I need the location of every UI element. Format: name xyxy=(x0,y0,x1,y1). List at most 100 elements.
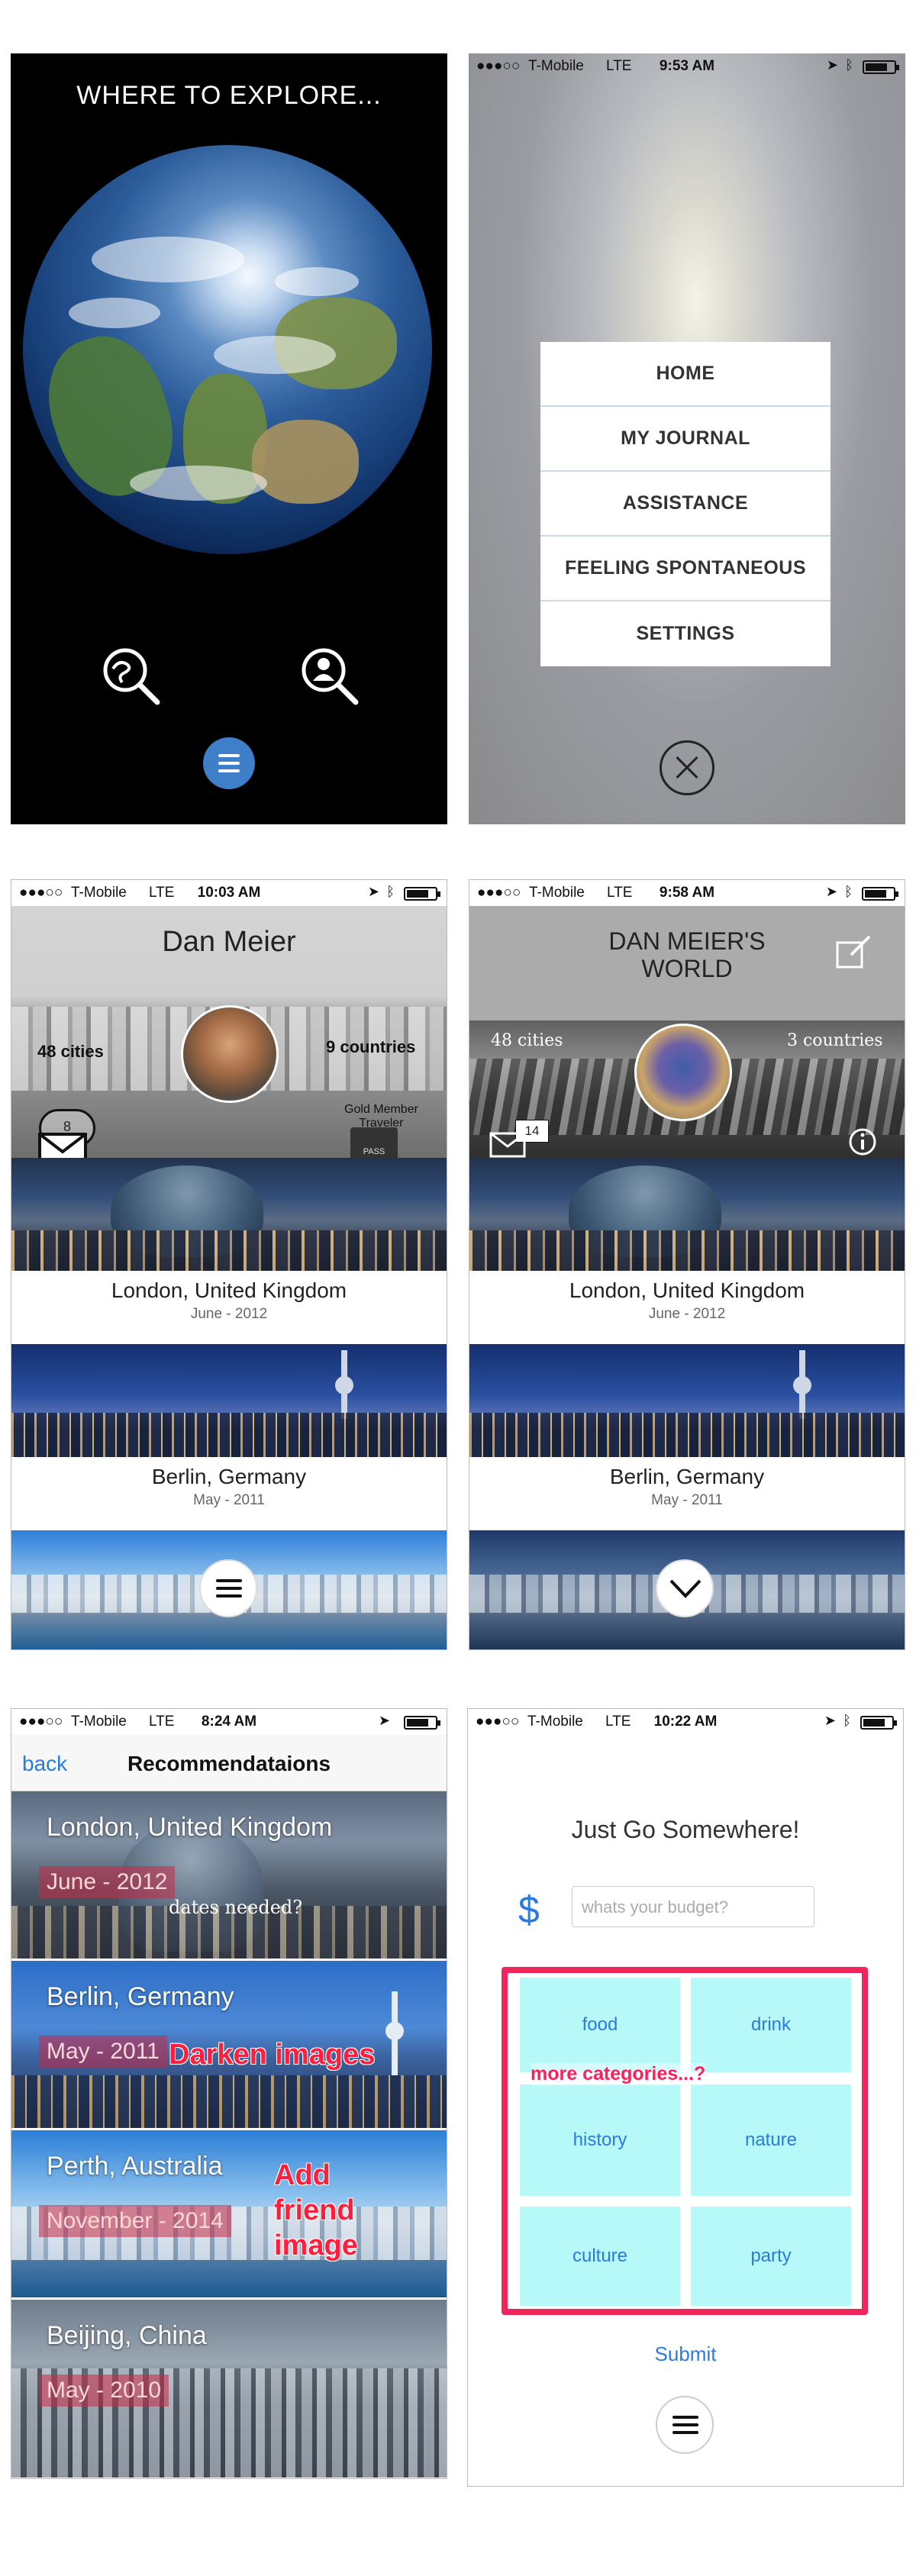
menu-screen: ●●●○○ T-Mobile LTE 9:53 AM ➤ ᛒ HOME MY J… xyxy=(469,53,905,824)
trip-card[interactable]: London, United Kingdom June - 2012 xyxy=(469,1158,905,1344)
recommendation-date: May - 2011 xyxy=(39,2036,167,2068)
person-search-icon[interactable] xyxy=(295,641,363,710)
menu-icon xyxy=(218,754,240,757)
status-bar: ●●●○○ T-Mobile LTE 10:03 AM ➤ ᛒ xyxy=(11,880,447,906)
globe-image[interactable] xyxy=(23,145,432,554)
status-bar: ●●●○○ T-Mobile LTE 8:24 AM ➤ xyxy=(11,1709,447,1735)
annotation-friend-image: Add friend image xyxy=(274,2159,358,2262)
annotation-dates: dates needed? xyxy=(169,1897,303,1918)
bluetooth-icon: ᛒ xyxy=(386,884,395,899)
recommendation-date: June - 2012 xyxy=(39,1866,176,1898)
trip-card[interactable]: London, United Kingdom June - 2012 xyxy=(11,1158,447,1344)
recommendation-date: May - 2010 xyxy=(39,2374,169,2407)
status-time: 9:53 AM xyxy=(659,58,715,74)
avatar[interactable] xyxy=(181,1005,279,1103)
avatar[interactable] xyxy=(634,1024,732,1121)
menu-button[interactable] xyxy=(203,737,255,789)
bluetooth-icon: ᛒ xyxy=(844,884,853,899)
category-drink[interactable]: drink xyxy=(691,1978,851,2072)
profile-screen-b: ●●●○○ T-Mobile LTE 9:58 AM ➤ ᛒ DAN MEIER… xyxy=(469,879,905,1650)
recommendation-row[interactable]: Perth, Australia November - 2014 Add fri… xyxy=(11,2130,447,2300)
profile-screen-a: ●●●○○ T-Mobile LTE 10:03 AM ➤ ᛒ Dan Meie… xyxy=(11,879,447,1650)
recommendation-date: November - 2014 xyxy=(39,2205,231,2237)
status-time: 10:03 AM xyxy=(197,885,261,901)
location-icon: ➤ xyxy=(826,57,838,73)
battery-icon xyxy=(863,60,899,74)
recommendation-city: Perth, Australia xyxy=(47,2152,223,2181)
main-menu: HOME MY JOURNAL ASSISTANCE FEELING SPONT… xyxy=(540,342,831,666)
nav-bar: back Recommendataions xyxy=(11,1735,447,1791)
menu-icon xyxy=(216,1587,242,1590)
category-culture[interactable]: culture xyxy=(520,2207,680,2306)
submit-button[interactable]: Submit xyxy=(468,2342,903,2366)
passport-icon[interactable]: PASS xyxy=(350,1127,398,1161)
battery-icon xyxy=(404,887,440,901)
status-bar: ●●●○○ T-Mobile LTE 10:22 AM ➤ ᛒ xyxy=(468,1709,903,1735)
location-icon: ➤ xyxy=(824,1713,836,1728)
status-bar: ●●●○○ T-Mobile LTE 9:53 AM ➤ ᛒ xyxy=(469,53,905,79)
trip-date: June - 2012 xyxy=(190,1306,268,1322)
countries-count: 9 countries xyxy=(326,1037,416,1056)
budget-input[interactable]: whats your budget? xyxy=(572,1886,814,1927)
menu-icon xyxy=(672,2423,698,2426)
dollar-icon: $ xyxy=(518,1888,540,1931)
trip-city: Berlin, Germany xyxy=(609,1465,765,1488)
menu-item-my-journal[interactable]: MY JOURNAL xyxy=(540,407,831,472)
battery-icon xyxy=(404,1716,440,1730)
trip-date: May - 2011 xyxy=(193,1492,265,1508)
countries-count: 3 countries xyxy=(787,1031,883,1050)
cities-count: 48 cities xyxy=(37,1042,104,1061)
status-time: 9:58 AM xyxy=(659,885,715,901)
recommendation-row[interactable]: Beijing, China May - 2010 xyxy=(11,2300,447,2478)
annotation-more-categories: more categories...? xyxy=(531,2063,706,2085)
recommendation-row[interactable]: Berlin, Germany May - 2011 Darken images xyxy=(11,1961,447,2130)
cities-count: 48 cities xyxy=(491,1031,563,1050)
status-time: 10:22 AM xyxy=(653,1714,718,1730)
menu-button[interactable] xyxy=(199,1559,257,1617)
trip-date: May - 2011 xyxy=(651,1492,723,1508)
spontaneous-screen: ●●●○○ T-Mobile LTE 10:22 AM ➤ ᛒ Just Go … xyxy=(467,1708,904,2487)
menu-item-settings[interactable]: SETTINGS xyxy=(540,601,831,666)
trip-city: London, United Kingdom xyxy=(569,1278,805,1302)
explore-title: WHERE TO EXPLORE... xyxy=(76,81,382,110)
menu-item-feeling-spontaneous[interactable]: FEELING SPONTANEOUS xyxy=(540,537,831,601)
category-food[interactable]: food xyxy=(520,1978,680,2072)
chevron-down-icon xyxy=(669,1579,702,1598)
trip-city: Berlin, Germany xyxy=(151,1465,307,1488)
category-party[interactable]: party xyxy=(691,2207,851,2306)
menu-item-assistance[interactable]: ASSISTANCE xyxy=(540,472,831,537)
status-bar: ●●●○○ T-Mobile LTE 9:58 AM ➤ ᛒ xyxy=(469,880,905,906)
page-title: Just Go Somewhere! xyxy=(571,1816,800,1843)
menu-item-home[interactable]: HOME xyxy=(540,342,831,407)
category-history[interactable]: history xyxy=(520,2084,680,2196)
mail-icon[interactable] xyxy=(489,1132,526,1158)
recommendation-city: Berlin, Germany xyxy=(47,1982,234,2011)
recommendation-city: London, United Kingdom xyxy=(47,1813,333,1842)
close-icon[interactable] xyxy=(660,740,714,795)
bluetooth-icon: ᛒ xyxy=(845,57,853,73)
location-icon: ➤ xyxy=(825,884,837,899)
battery-icon xyxy=(862,887,898,901)
category-grid: food drink history nature culture party … xyxy=(502,1967,868,2315)
trip-card[interactable]: Berlin, Germany May - 2011 xyxy=(11,1344,447,1530)
profile-header: Dan Meier 48 cities 9 countries Gold Mem… xyxy=(11,906,447,1166)
trip-card[interactable]: Berlin, Germany May - 2011 xyxy=(469,1344,905,1530)
page-title: Recommendataions xyxy=(127,1752,331,1775)
annotation-darken: Darken images xyxy=(169,2039,376,2071)
trip-city: London, United Kingdom xyxy=(111,1278,347,1302)
battery-icon xyxy=(860,1716,897,1730)
edit-icon[interactable] xyxy=(834,933,872,972)
location-icon: ➤ xyxy=(378,1713,390,1728)
member-badge: Gold Member Traveler xyxy=(344,1103,418,1130)
recommendations-screen: ●●●○○ T-Mobile LTE 8:24 AM ➤ back Recomm… xyxy=(11,1708,447,2479)
recommendation-city: Beijing, China xyxy=(47,2321,207,2350)
info-icon[interactable] xyxy=(848,1127,877,1156)
recommendation-row[interactable]: London, United Kingdom June - 2012 dates… xyxy=(11,1791,447,1961)
collapse-button[interactable] xyxy=(656,1559,714,1617)
category-nature[interactable]: nature xyxy=(691,2084,851,2196)
profile-name: Dan Meier xyxy=(162,926,296,958)
profile-header: DAN MEIER'S WORLD 48 cities 3 countries … xyxy=(469,906,905,1158)
menu-button[interactable] xyxy=(656,2396,714,2454)
bluetooth-icon: ᛒ xyxy=(843,1713,851,1728)
globe-search-icon[interactable] xyxy=(96,641,165,710)
